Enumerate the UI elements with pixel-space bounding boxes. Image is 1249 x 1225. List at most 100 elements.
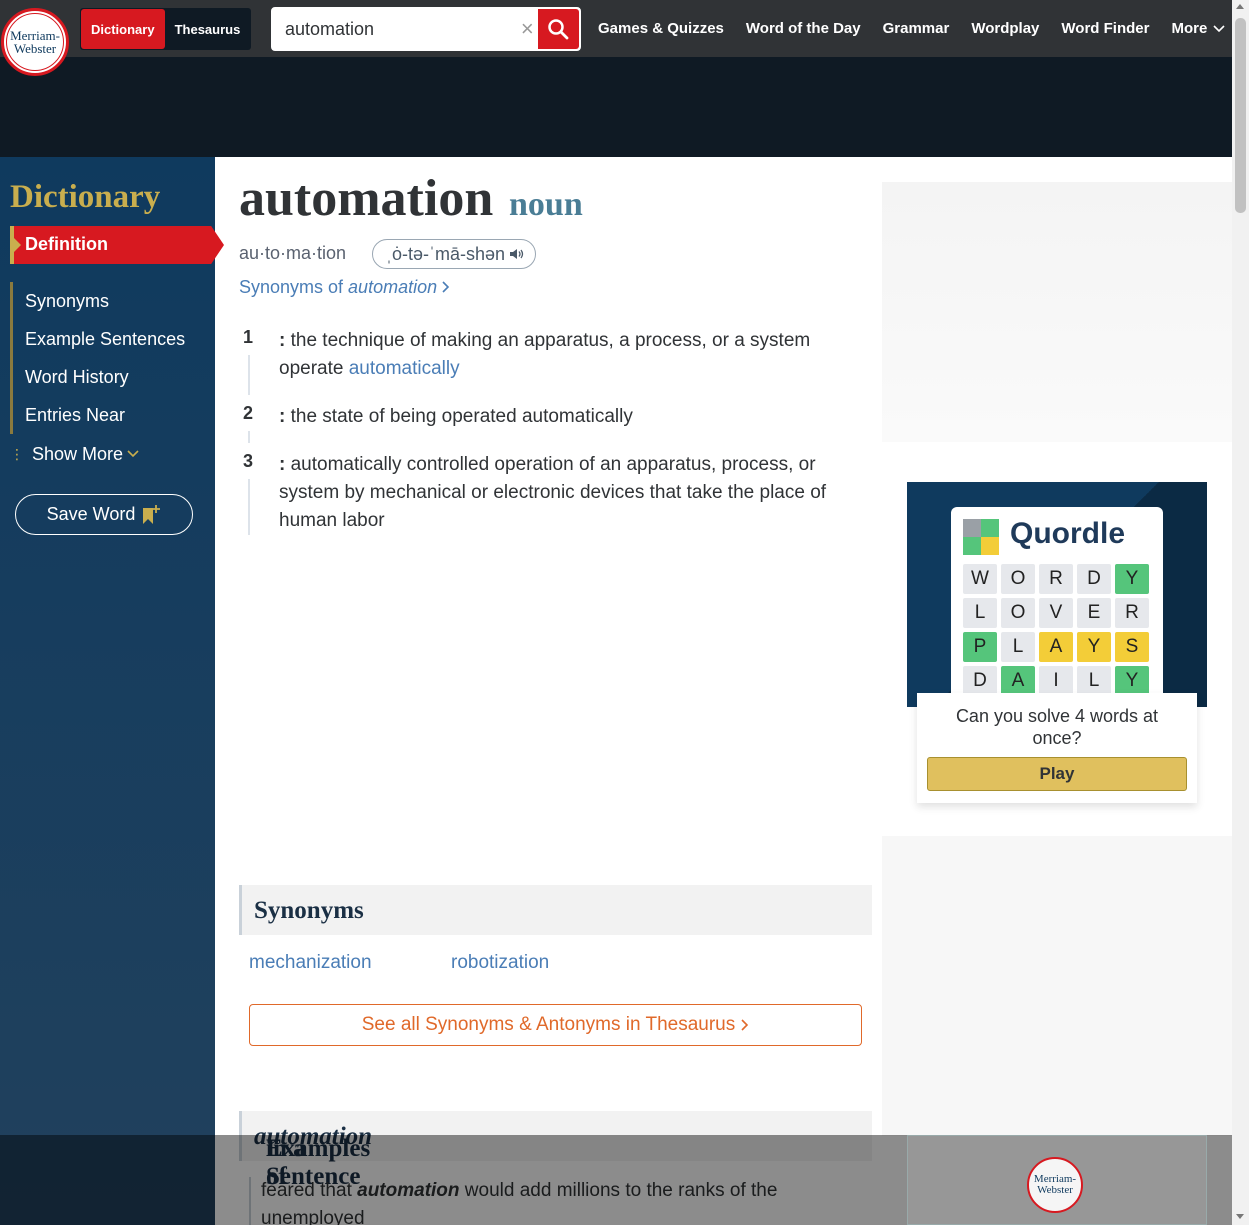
scroll-thumb[interactable]: [1235, 18, 1246, 213]
sidebar-item-definition[interactable]: Definition: [10, 226, 224, 264]
speaker-icon: [510, 249, 524, 259]
quordle-tile: A: [1039, 632, 1073, 662]
sense-definition: the state of being operated automaticall…: [290, 406, 633, 427]
quordle-tile: I: [1039, 666, 1073, 696]
main-nav: Games & Quizzes Word of the Day Grammar …: [598, 0, 1247, 57]
quordle-tile: O: [1001, 598, 1035, 628]
sense-2: 2 : the state of being operated automati…: [243, 403, 843, 443]
logo-line2: Webster: [13, 41, 57, 56]
search-icon: [548, 19, 569, 40]
site-logo[interactable]: Merriam- Webster: [1, 8, 69, 76]
chevron-right-icon: [442, 281, 450, 293]
pronunciation-button[interactable]: ˌȯ-tə-ˈmā-shən: [372, 239, 537, 269]
bookmark-plus-icon: [143, 504, 161, 524]
sense-divider: [248, 431, 250, 443]
quordle-tile: S: [1115, 632, 1149, 662]
quordle-row: DAILY: [963, 666, 1153, 696]
quordle-row: WORDY: [963, 564, 1153, 594]
sidebar-title: Dictionary: [10, 179, 161, 215]
synonyms-link-prefix: Synonyms of: [239, 277, 349, 297]
bottom-logo: Merriam- Webster: [1027, 1157, 1083, 1213]
search-input[interactable]: [273, 10, 517, 48]
quordle-tile: D: [1077, 564, 1111, 594]
nav-word-of-the-day[interactable]: Word of the Day: [746, 20, 861, 37]
sense-number: 2: [243, 403, 254, 423]
sense-number: 1: [243, 327, 254, 347]
nav-grammar[interactable]: Grammar: [883, 20, 950, 37]
quordle-tile: V: [1039, 598, 1073, 628]
synonyms-section-heading: Synonyms: [239, 885, 872, 935]
sense-number: 3: [243, 451, 254, 471]
thesaurus-button[interactable]: See all Synonyms & Antonyms in Thesaurus: [249, 1004, 862, 1046]
quordle-title: Quordle: [1010, 517, 1126, 550]
quordle-promo[interactable]: Quordle WORDYLOVERPLAYSDAILY: [907, 482, 1207, 707]
sense-text: : the technique of making an apparatus, …: [279, 330, 811, 379]
search-bar: ×: [271, 7, 581, 51]
quordle-row: PLAYS: [963, 632, 1153, 662]
synonym-link[interactable]: robotization: [451, 952, 549, 974]
quordle-tile: A: [1001, 666, 1035, 696]
quordle-tile: Y: [1115, 564, 1149, 594]
synonyms-link-word: automation: [348, 277, 438, 297]
quordle-tile: Y: [1115, 666, 1149, 696]
nav-wordplay[interactable]: Wordplay: [971, 20, 1039, 37]
nav-games-quizzes[interactable]: Games & Quizzes: [598, 20, 724, 37]
synonyms-of-link[interactable]: Synonyms of automation: [239, 277, 450, 298]
quordle-tile: L: [963, 598, 997, 628]
scroll-down-arrow-icon[interactable]: [1236, 1214, 1244, 1219]
quordle-tile: O: [1001, 564, 1035, 594]
cross-reference-link[interactable]: automatically: [349, 358, 460, 379]
sense-divider: [248, 355, 250, 395]
active-arrow-icon: [14, 238, 21, 252]
sense-text: : automatically controlled operation of …: [279, 454, 827, 531]
logo-line2: Webster: [1037, 1184, 1073, 1196]
chevron-right-icon: [741, 1019, 749, 1031]
dictionary-thesaurus-tabs: Dictionary Thesaurus: [80, 8, 252, 50]
sidebar-list: Synonyms Example Sentences Word History …: [10, 282, 210, 434]
chevron-down-icon: [1213, 24, 1225, 32]
sidebar-item-synonyms[interactable]: Synonyms: [13, 282, 210, 320]
quordle-caption-card: Can you solve 4 words at once? Play: [917, 693, 1197, 803]
sidebar-item-entries-near[interactable]: Entries Near: [13, 396, 210, 434]
quordle-row: LOVER: [963, 598, 1153, 628]
ad-placeholder: [882, 182, 1232, 442]
sense-definition: automatically controlled operation of an…: [279, 454, 827, 531]
sidebar-item-example-sentences[interactable]: Example Sentences: [13, 320, 210, 358]
close-icon[interactable]: ×: [517, 16, 538, 42]
thesaurus-button-label: See all Synonyms & Antonyms in Thesaurus: [361, 1014, 736, 1035]
scrollbar[interactable]: [1232, 0, 1249, 1225]
play-button[interactable]: Play: [927, 757, 1187, 791]
dots-icon: ⋮: [10, 445, 24, 462]
sense-text: : the state of being operated automatica…: [279, 406, 633, 427]
tab-thesaurus[interactable]: Thesaurus: [165, 9, 251, 49]
part-of-speech[interactable]: noun: [509, 186, 583, 224]
save-word-label: Save Word: [46, 504, 136, 524]
quordle-tile: L: [1001, 632, 1035, 662]
pronunciation-text: ˌȯ-tə-ˈmā-shən: [386, 243, 506, 264]
search-button[interactable]: [537, 9, 579, 49]
quordle-tile: D: [963, 666, 997, 696]
quordle-caption: Can you solve 4 words at once?: [955, 706, 1159, 748]
ad-placeholder: [882, 836, 1232, 1136]
nav-word-finder[interactable]: Word Finder: [1061, 20, 1149, 37]
quordle-board: Quordle WORDYLOVERPLAYSDAILY: [951, 507, 1163, 707]
quordle-tile: Y: [1077, 632, 1111, 662]
sense-1: 1 : the technique of making an apparatus…: [243, 327, 843, 397]
nav-more[interactable]: More: [1171, 20, 1225, 37]
chevron-down-icon: [127, 450, 139, 458]
tab-dictionary[interactable]: Dictionary: [81, 9, 165, 49]
syllables: au·​to·​ma·​tion: [239, 243, 347, 263]
synonym-link[interactable]: mechanization: [249, 952, 372, 974]
quordle-grid: WORDYLOVERPLAYSDAILY: [963, 564, 1153, 700]
nav-more-label: More: [1171, 20, 1208, 37]
sense-divider: [248, 479, 250, 535]
logo-text: Merriam- Webster: [6, 13, 64, 71]
show-more-button[interactable]: ⋮ Show More: [10, 439, 139, 469]
headword: automation: [239, 170, 494, 227]
scroll-up-arrow-icon[interactable]: [1236, 4, 1244, 9]
section-title: Synonyms: [254, 897, 364, 924]
quordle-tile: L: [1077, 666, 1111, 696]
sidebar-item-word-history[interactable]: Word History: [13, 358, 210, 396]
quordle-tile: W: [963, 564, 997, 594]
save-word-button[interactable]: Save Word: [15, 494, 193, 535]
